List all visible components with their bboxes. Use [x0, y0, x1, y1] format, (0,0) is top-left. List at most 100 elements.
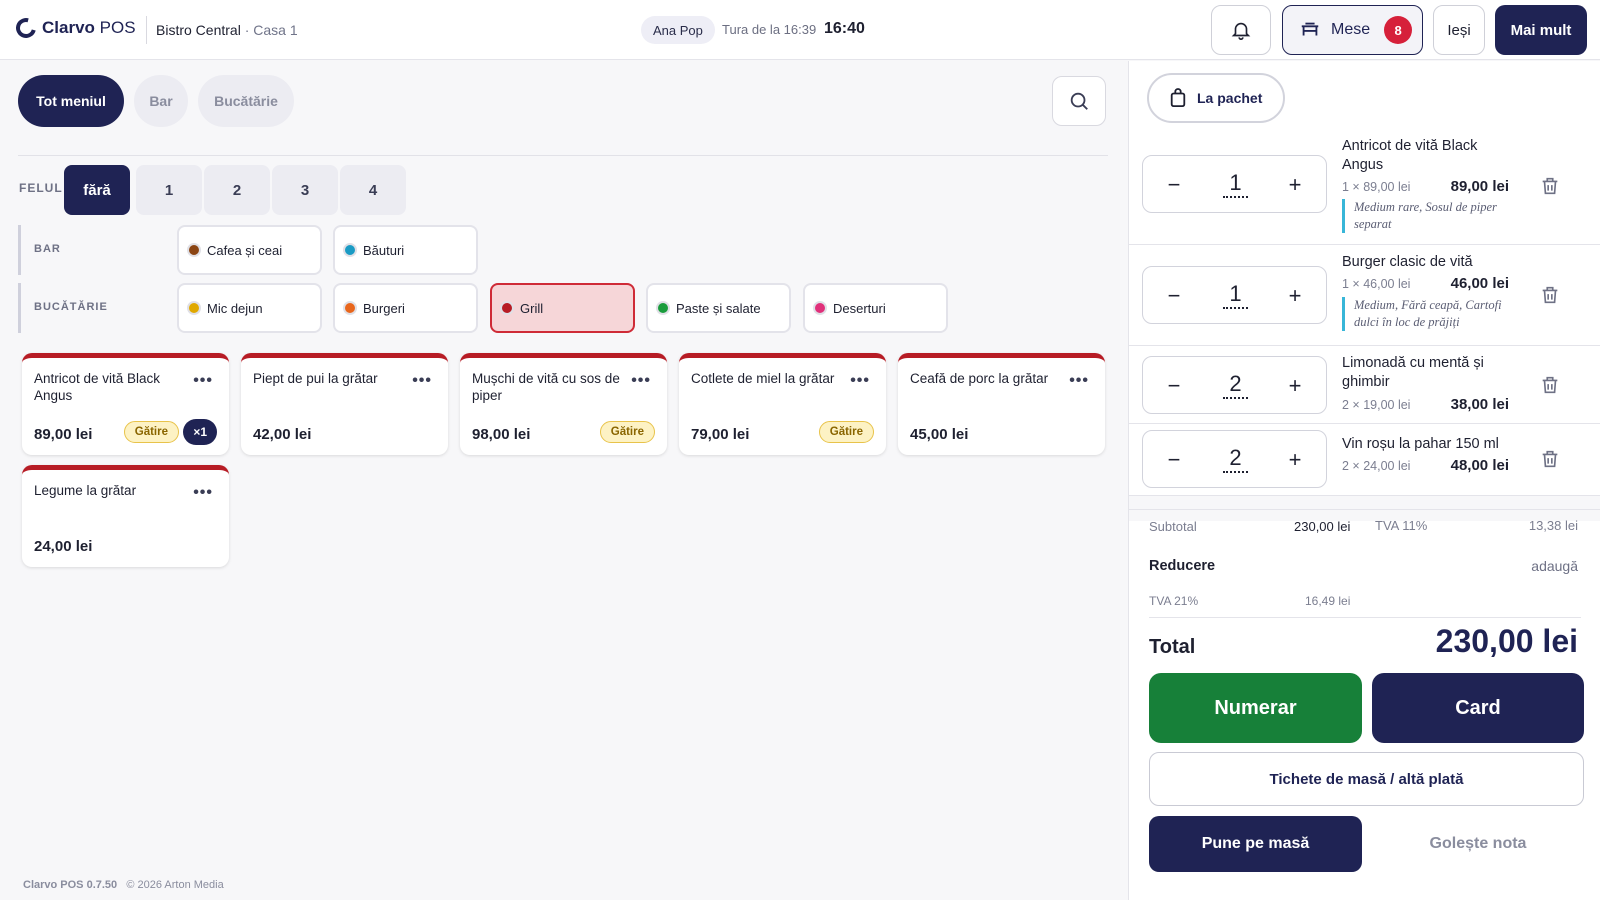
course-2[interactable]: 2	[204, 165, 270, 215]
order-item-note: Medium rare, Sosul de piper separat	[1342, 199, 1512, 233]
course-4[interactable]: 4	[340, 165, 406, 215]
notifications-button[interactable]	[1211, 5, 1271, 55]
quantity-stepper: − 1 +	[1142, 266, 1327, 324]
order-item: − 1 + Burger clasic de vită 1 × 46,00 le…	[1129, 245, 1600, 346]
more-options-icon[interactable]: •••	[850, 372, 870, 390]
product-name: Cotlete de miel la grătar	[691, 371, 835, 386]
app-version: Clarvo POS 0.7.50	[23, 879, 118, 891]
tables-label: Mese	[1331, 21, 1371, 38]
course-none[interactable]: fără	[64, 165, 130, 215]
category-color-dot	[813, 301, 827, 315]
increase-button[interactable]: +	[1280, 170, 1310, 200]
more-options-icon[interactable]: •••	[193, 372, 213, 390]
top-bar: Clarvo POS Bistro Central · Casa 1 Ana P…	[0, 0, 1600, 60]
tab-kitchen[interactable]: Bucătărie	[198, 75, 294, 127]
increase-button[interactable]: +	[1280, 281, 1310, 311]
quantity-stepper: − 1 +	[1142, 155, 1327, 213]
trash-icon[interactable]	[1539, 284, 1561, 306]
copyright: © 2026 Arton Media	[126, 879, 224, 891]
search-button[interactable]	[1052, 76, 1106, 126]
product-card[interactable]: Cotlete de miel la grătar ••• 79,00 lei …	[679, 353, 886, 455]
pay-card-button[interactable]: Card	[1372, 673, 1584, 743]
category-chip-grill[interactable]: Grill	[490, 283, 635, 333]
more-options-icon[interactable]: •••	[193, 484, 213, 502]
category-row-kitchen: BUCĂTĂRIE	[18, 283, 107, 333]
more-options-icon[interactable]: •••	[412, 372, 432, 390]
trash-icon[interactable]	[1539, 175, 1561, 197]
product-price: 42,00 lei	[253, 426, 312, 443]
brand-name: Clarvo	[42, 18, 95, 37]
category-chip-breakfast[interactable]: Mic dejun	[177, 283, 322, 333]
takeaway-toggle[interactable]: La pachet	[1147, 73, 1285, 123]
order-item-unit: 1 × 89,00 lei	[1342, 180, 1411, 194]
decrease-button[interactable]: −	[1159, 371, 1189, 401]
increase-button[interactable]: +	[1280, 371, 1310, 401]
category-chip-drinks[interactable]: Băuturi	[333, 225, 478, 275]
vat-11-value: 13,38 lei	[1528, 518, 1578, 533]
subtotal-label: Subtotal	[1149, 519, 1197, 534]
quantity-value[interactable]: 2	[1223, 445, 1248, 473]
app-footer: Clarvo POS 0.7.50 © 2026 Arton Media	[23, 879, 224, 891]
other-payment-button[interactable]: Tichete de masă / altă plată	[1149, 752, 1584, 806]
category-chip-pasta-salads[interactable]: Paste și salate	[646, 283, 791, 333]
tables-button[interactable]: Mese 8	[1282, 5, 1423, 55]
product-price: 24,00 lei	[34, 538, 93, 555]
product-name: Ceafă de porc la grătar	[910, 371, 1049, 386]
order-item-name: Limonadă cu mentă și ghimbir	[1342, 355, 1484, 390]
trash-icon[interactable]	[1539, 448, 1561, 470]
product-card[interactable]: Antricot de vită Black Angus ••• 89,00 l…	[22, 353, 229, 455]
category-chip-label: Băuturi	[363, 242, 405, 258]
quantity-value[interactable]: 2	[1223, 371, 1248, 399]
vat-21-label: TVA 21%	[1149, 594, 1199, 608]
order-item-unit: 2 × 19,00 lei	[1342, 398, 1411, 412]
decrease-button[interactable]: −	[1159, 281, 1189, 311]
trash-icon[interactable]	[1539, 374, 1561, 396]
summary-divider	[1129, 509, 1600, 510]
add-discount-link[interactable]: adaugă	[1531, 558, 1578, 574]
quantity-value[interactable]: 1	[1223, 170, 1248, 198]
clear-order-button[interactable]: Golește nota	[1372, 816, 1584, 872]
category-chip-desserts[interactable]: Deserturi	[803, 283, 948, 333]
order-item-total: 48,00 lei	[1450, 457, 1509, 474]
discount-label: Reducere	[1149, 558, 1216, 574]
course-3[interactable]: 3	[272, 165, 338, 215]
decrease-button[interactable]: −	[1159, 445, 1189, 475]
more-options-icon[interactable]: •••	[1069, 372, 1089, 390]
header-divider	[146, 16, 147, 44]
bag-icon	[1170, 88, 1186, 107]
quantity-value[interactable]: 1	[1223, 281, 1248, 309]
tab-bar[interactable]: Bar	[134, 75, 188, 127]
category-chip-label: Cafea și ceai	[207, 242, 283, 258]
exit-button[interactable]: Ieși	[1433, 5, 1485, 55]
category-color-dot	[500, 301, 514, 315]
course-1[interactable]: 1	[136, 165, 202, 215]
more-button[interactable]: Mai mult	[1495, 5, 1587, 55]
tab-all-menu[interactable]: Tot meniul	[18, 75, 124, 127]
cooking-badge: Gătire	[818, 421, 874, 443]
vat-21-value: 16,49 lei	[1305, 594, 1351, 608]
product-card[interactable]: Piept de pui la grătar ••• 42,00 lei	[241, 353, 448, 455]
category-row-bar: BAR	[18, 225, 60, 275]
increase-button[interactable]: +	[1280, 445, 1310, 475]
venue-info: Bistro Central · Casa 1	[156, 22, 298, 38]
product-price: 98,00 lei	[472, 426, 531, 443]
product-card[interactable]: Legume la grătar ••• 24,00 lei	[22, 465, 229, 567]
category-chip-label: Mic dejun	[207, 300, 263, 316]
more-options-icon[interactable]: •••	[631, 372, 651, 390]
venue-name: Bistro Central	[156, 22, 241, 38]
decrease-button[interactable]: −	[1159, 170, 1189, 200]
put-on-table-button[interactable]: Pune pe masă	[1149, 816, 1362, 872]
category-chip-coffee[interactable]: Cafea și ceai	[177, 225, 322, 275]
pay-cash-button[interactable]: Numerar	[1149, 673, 1362, 743]
order-item-name: Antricot de vită Black Angus	[1342, 138, 1478, 173]
vat-divider	[1149, 617, 1581, 618]
total-value: 230,00 lei	[1435, 623, 1578, 659]
product-card[interactable]: Mușchi de vită cu sos de piper ••• 98,00…	[460, 353, 667, 455]
user-pill[interactable]: Ana Pop	[641, 16, 715, 44]
course-label: FELUL	[19, 181, 63, 195]
total-label: Total	[1149, 636, 1196, 658]
product-card[interactable]: Ceafă de porc la grătar ••• 45,00 lei	[898, 353, 1105, 455]
category-chip-burgers[interactable]: Burgeri	[333, 283, 478, 333]
menu-area: Tot meniul Bar Bucătărie FELUL fără 1 2 …	[0, 61, 1127, 900]
category-color-dot	[343, 243, 357, 257]
